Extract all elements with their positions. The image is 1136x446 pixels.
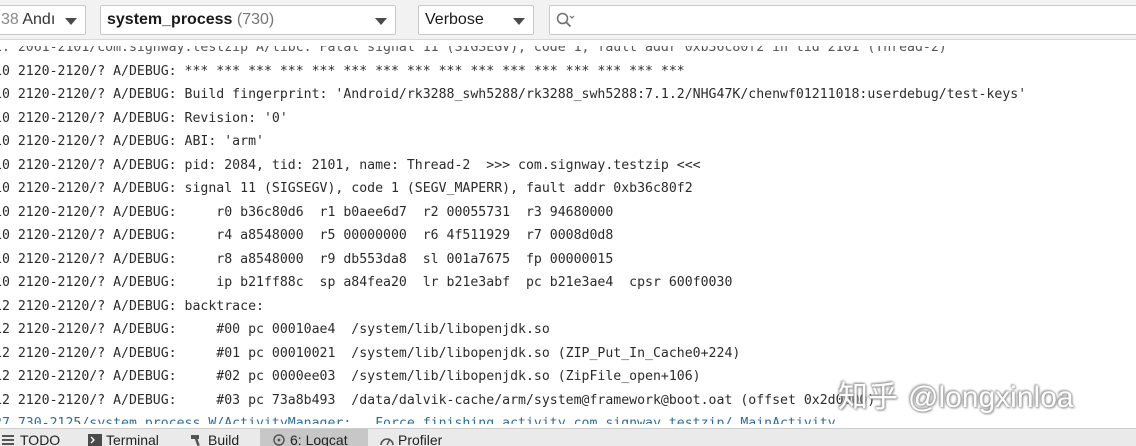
log-line: 10 2120-2120/? A/DEBUG: signal 11 (SIGSE… <box>0 181 693 196</box>
log-line: 27 730-2125/system_process W/ActivityMan… <box>0 416 836 424</box>
search-icon[interactable] <box>555 11 575 29</box>
watermark-handle: @longxinloa <box>908 381 1074 414</box>
chevron-down-icon[interactable] <box>513 18 525 25</box>
process-dropdown[interactable]: system_process (730) <box>100 5 396 35</box>
device-prefix: 38 <box>1 11 19 28</box>
tab-logcat[interactable]: 6: Logcat <box>260 429 368 446</box>
tab-todo[interactable]: TODO <box>2 429 60 446</box>
log-line: 10 2120-2120/? A/DEBUG: *** *** *** *** … <box>0 63 685 79</box>
log-line: 12 2120-2120/? A/DEBUG: #00 pc 00010ae4 … <box>0 322 550 337</box>
device-name: Andı <box>22 11 56 28</box>
tab-terminal[interactable]: Terminal <box>88 429 159 446</box>
chevron-down-icon[interactable] <box>65 18 77 25</box>
watermark-site: 知乎 <box>838 380 898 415</box>
log-line: 10 2120-2120/? A/DEBUG: r0 b36c80d6 r1 b… <box>0 204 614 220</box>
logcat-output[interactable]: 1. 2061-2101/com.signway.testzip A/libc:… <box>0 46 1136 424</box>
logcat-icon <box>273 434 285 446</box>
process-name: system_process <box>107 11 233 28</box>
tab-build[interactable]: Build <box>190 429 239 446</box>
device-dropdown[interactable]: 38 Andı <box>0 5 86 35</box>
terminal-icon <box>88 434 102 446</box>
log-level-value: Verbose <box>425 11 484 28</box>
tab-label: Build <box>208 432 240 446</box>
chevron-down-icon[interactable] <box>375 18 387 25</box>
tab-label: TODO <box>20 432 61 446</box>
log-line: 10 2120-2120/? A/DEBUG: Build fingerprin… <box>0 87 1027 102</box>
log-level-dropdown[interactable]: Verbose <box>418 5 534 35</box>
profiler-icon <box>380 438 394 446</box>
log-line: 10 2120-2120/? A/DEBUG: r8 a8548000 r9 d… <box>0 251 614 267</box>
log-line: 10 2120-2120/? A/DEBUG: ip b21ff88c sp a… <box>0 275 733 290</box>
log-line: 12 2120-2120/? A/DEBUG: #02 pc 0000ee03 … <box>0 369 701 384</box>
search-field[interactable] <box>578 8 1136 32</box>
log-line: 1. 2061-2101/com.signway.testzip A/libc:… <box>0 46 947 55</box>
logcat-toolbar: 38 Andı system_process (730) Verbose <box>0 0 1136 40</box>
search-input[interactable] <box>549 5 1136 35</box>
tab-label: Profiler <box>398 432 443 446</box>
list-icon <box>2 435 14 445</box>
tab-label: 6: Logcat <box>290 432 348 446</box>
hammer-icon <box>191 435 200 446</box>
log-line: 10 2120-2120/? A/DEBUG: Revision: '0' <box>0 110 288 126</box>
log-line: 10 2120-2120/? A/DEBUG: pid: 2084, tid: … <box>0 157 701 173</box>
process-pid: (730) <box>236 11 275 28</box>
log-line: 12 2120-2120/? A/DEBUG: backtrace: <box>0 298 264 314</box>
tool-window-bar: TODO Terminal Build 6: Logcat Profiler <box>0 428 1136 446</box>
log-line: 12 2120-2120/? A/DEBUG: #01 pc 00010021 … <box>0 345 741 361</box>
tab-label: Terminal <box>106 432 159 446</box>
watermark: 知乎 @longxinloa <box>838 372 1074 416</box>
log-line: 10 2120-2120/? A/DEBUG: ABI: 'arm' <box>0 134 264 149</box>
tab-profiler[interactable]: Profiler <box>380 429 442 446</box>
log-line: 10 2120-2120/? A/DEBUG: r4 a8548000 r5 0… <box>0 228 614 243</box>
log-line: 12 2120-2120/? A/DEBUG: #03 pc 73a8b493 … <box>0 392 876 408</box>
